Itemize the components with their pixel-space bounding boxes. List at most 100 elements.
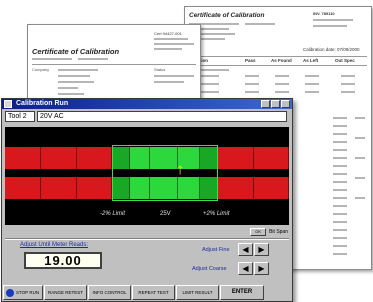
rule: [32, 64, 196, 65]
cell: [355, 177, 365, 179]
cell: [333, 237, 347, 239]
cell: [341, 83, 355, 85]
divider: [5, 238, 289, 240]
gauge-segment-red: [77, 177, 112, 199]
cell: [275, 75, 289, 77]
gauge-segment-red: [41, 177, 77, 199]
text-line: [154, 81, 184, 83]
cell: [333, 245, 347, 247]
text-line: [58, 87, 78, 89]
table-rule: [189, 65, 367, 66]
text-line: [58, 93, 84, 95]
cell: [333, 189, 347, 191]
certificate-number: INV. 789110: [313, 11, 335, 16]
cell: [355, 137, 365, 139]
text-line: [154, 43, 194, 45]
tolerance-window: [112, 145, 218, 201]
table-rule: [189, 56, 367, 57]
cell: [245, 75, 259, 77]
cell: [341, 91, 355, 93]
gauge-segment-red: [5, 147, 41, 169]
col-head: As Left: [303, 58, 319, 63]
tool-name-field[interactable]: 20V AC: [37, 111, 287, 122]
cell: [333, 205, 347, 207]
maximize-button[interactable]: [271, 100, 280, 108]
cell: [355, 117, 365, 119]
gauge-segment-red: [5, 177, 41, 199]
app-icon: [4, 100, 12, 108]
text-line: [245, 23, 275, 25]
certificate-title: Certificate of Calibration: [32, 47, 120, 56]
window-controls: [261, 100, 290, 108]
window-title: Calibration Run: [16, 100, 69, 107]
cell: [333, 157, 347, 159]
calibration-window: Calibration Run Tool 2 20V AC 🡑 -2% Limi…: [1, 98, 293, 302]
cell: [333, 253, 347, 255]
fine-left-arrow-button[interactable]: ◀: [238, 243, 253, 256]
info-control-button[interactable]: INFO CONTROL: [88, 285, 131, 300]
coarse-right-arrow-button[interactable]: ▶: [254, 262, 269, 275]
span-control: OK Bit Span: [250, 227, 288, 236]
certificate-number: Cert 94427-001: [154, 31, 182, 36]
span-label: Bit Span: [269, 228, 288, 235]
company-label: Company: [32, 67, 50, 72]
fine-right-arrow-button[interactable]: ▶: [254, 243, 269, 256]
text-line: [313, 25, 347, 27]
coarse-left-arrow-button[interactable]: ◀: [238, 262, 253, 275]
limit-result-button[interactable]: LIMIT RESULT: [176, 285, 219, 300]
adjust-fine-label: Adjust Fine: [202, 247, 230, 253]
cell: [245, 91, 259, 93]
text-line: [313, 19, 353, 21]
col-head: As Found: [271, 58, 292, 63]
ok-button[interactable]: OK: [250, 227, 267, 236]
text-line: [32, 58, 72, 60]
col-head: Out Spec: [335, 58, 355, 63]
needle-arrow-icon: 🡑: [177, 163, 184, 177]
cell: [333, 197, 347, 199]
adjust-instruction: Adjust Until Meter Reads:: [20, 242, 89, 248]
text-line: [58, 69, 98, 71]
repeat-test-button[interactable]: REPEAT TEST: [132, 285, 175, 300]
title-bar[interactable]: Calibration Run: [2, 99, 292, 109]
cell: [333, 221, 347, 223]
cell: [355, 157, 365, 159]
cell: [333, 133, 347, 135]
deviation-gauge: 🡑 -2% Limit 25V +2% Limit: [5, 127, 289, 225]
cell: [305, 75, 319, 77]
gauge-low-limit-label: -2% Limit: [100, 211, 126, 217]
status-label: Status: [154, 67, 166, 72]
adjust-coarse-label: Adjust Coarse: [192, 266, 227, 272]
stop-icon: [6, 288, 14, 297]
cell: [333, 165, 347, 167]
cell: [333, 229, 347, 231]
gauge-center-label: 25V: [160, 211, 171, 217]
minimize-button[interactable]: [261, 100, 270, 108]
range-retest-button[interactable]: RANGE RETEST: [44, 285, 87, 300]
action-button-bar: STOP RUN RANGE RETEST INFO CONTROL REPEA…: [2, 285, 292, 301]
text-line: [154, 48, 182, 50]
cell: [275, 83, 289, 85]
close-button[interactable]: [281, 100, 290, 108]
tool-id-field[interactable]: Tool 2: [5, 111, 35, 122]
cell: [355, 197, 365, 199]
cell: [305, 83, 319, 85]
enter-button[interactable]: ENTER: [220, 285, 264, 300]
gauge-segment-red: [254, 147, 289, 169]
cell: [333, 125, 347, 127]
cell: [245, 83, 259, 85]
cell: [305, 91, 319, 93]
text-line: [154, 38, 188, 40]
gauge-segment-red: [254, 177, 289, 199]
gauge-segment-red: [41, 147, 77, 169]
cell: [333, 117, 347, 119]
text-line: [58, 81, 94, 83]
gauge-high-limit-label: +2% Limit: [203, 211, 230, 217]
gauge-segment-red: [77, 147, 112, 169]
stop-run-button[interactable]: STOP RUN: [3, 285, 43, 300]
certificate-title: Certificate of Calibration: [189, 12, 265, 19]
col-head: Pass: [245, 58, 256, 63]
cell: [333, 149, 347, 151]
calibration-date: Calibration date: 07/09/2000: [303, 47, 360, 52]
cell: [341, 75, 355, 77]
text-line: [58, 75, 90, 77]
